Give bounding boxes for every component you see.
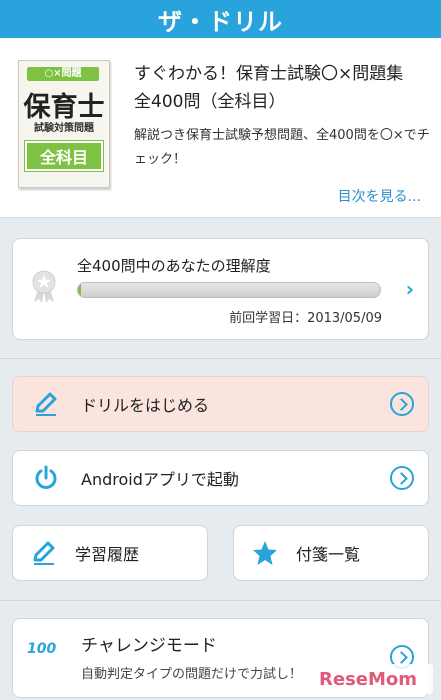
challenge-mode-title: チャレンジモード bbox=[81, 636, 217, 656]
app-title: ザ・ドリル bbox=[158, 7, 283, 36]
study-history-button[interactable]: 学習履歴 bbox=[12, 525, 208, 581]
progress-bar bbox=[77, 282, 381, 298]
app-header: ザ・ドリル bbox=[0, 0, 441, 38]
bookmarks-button[interactable]: 付箋一覧 bbox=[233, 525, 429, 581]
cover-tag: ○×問題 bbox=[27, 67, 99, 81]
book-description: 解説つき保育士試験予想問題、全400問を〇×でチェック！ bbox=[134, 128, 430, 167]
bookmarks-label: 付箋一覧 bbox=[296, 545, 361, 564]
divider bbox=[0, 600, 441, 601]
chevron-right-icon[interactable]: › bbox=[406, 277, 414, 301]
android-app-label: Androidアプリで起動 bbox=[81, 470, 239, 489]
start-drill-button[interactable]: ドリルをはじめる bbox=[12, 376, 429, 432]
book-title: すぐわかる！保育士試験〇×問題集 全400問（全科目） bbox=[134, 64, 421, 112]
circle-arrow-icon bbox=[390, 392, 414, 416]
progress-bar-fill bbox=[78, 283, 82, 297]
book-info-panel: ○×問題 保育士 試験対策問題 全科目 すぐわかる！保育士試験〇×問題集 全40… bbox=[0, 38, 441, 218]
star-icon bbox=[253, 541, 277, 565]
watermark-logo: ReseMom bbox=[315, 664, 433, 694]
last-study-date: 前回学習日：2013/05/09 bbox=[229, 311, 382, 326]
pencil-icon bbox=[35, 392, 57, 416]
book-cover[interactable]: ○×問題 保育士 試験対策問題 全科目 bbox=[18, 60, 110, 188]
cover-band: 全科目 bbox=[24, 140, 104, 172]
progress-card[interactable]: 全400問中のあなたの理解度 前回学習日：2013/05/09 › bbox=[12, 238, 429, 340]
cover-subtitle: 試験対策問題 bbox=[34, 123, 94, 134]
android-app-button[interactable]: Androidアプリで起動 bbox=[12, 450, 429, 506]
circle-arrow-icon bbox=[390, 466, 414, 490]
score-100-icon: 100 bbox=[27, 641, 57, 657]
watermark-text: ReseMom bbox=[319, 668, 418, 690]
pencil-icon bbox=[33, 541, 55, 565]
start-drill-label: ドリルをはじめる bbox=[81, 396, 210, 415]
table-of-contents-link[interactable]: 目次を見る... bbox=[338, 186, 421, 206]
medal-icon bbox=[32, 270, 56, 303]
progress-label: 全400問中のあなたの理解度 bbox=[77, 257, 271, 275]
study-history-label: 学習履歴 bbox=[75, 545, 140, 564]
divider bbox=[0, 358, 441, 359]
challenge-mode-description: 自動判定タイプの問題だけで力試し！ bbox=[81, 667, 303, 682]
power-icon bbox=[35, 465, 57, 489]
